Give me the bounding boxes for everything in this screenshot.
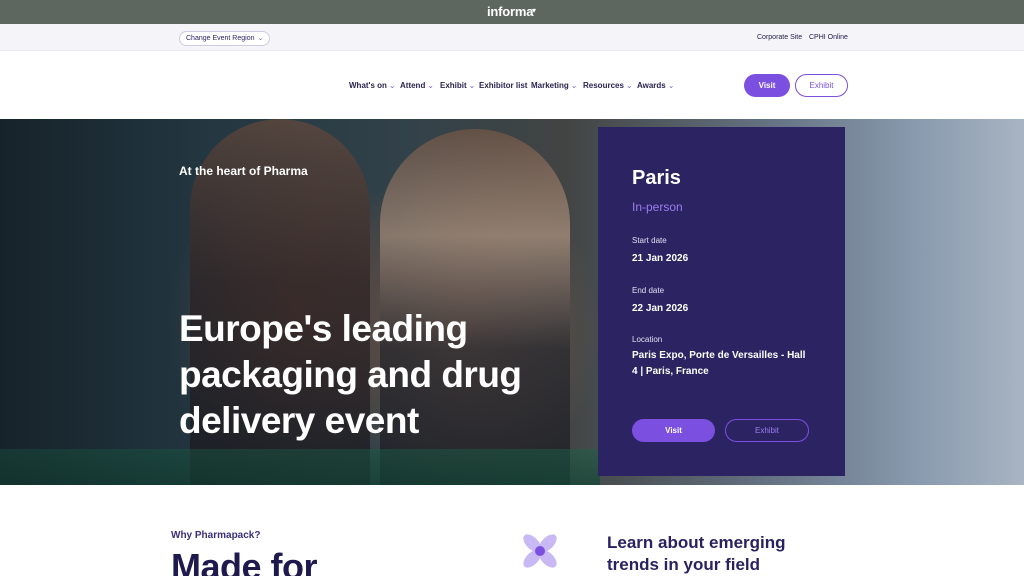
nav-item-whats-on[interactable]: What's on ⌄: [349, 81, 396, 90]
event-format: In-person: [632, 200, 683, 214]
event-city: Paris: [632, 167, 681, 189]
chevron-down-icon: ⌄: [257, 35, 264, 42]
end-date-label: End date: [632, 286, 665, 295]
main-navigation: What's on ⌄ Attend ⌄ Exhibit ⌄ Exhibitor li…: [0, 51, 1024, 119]
nav-item-awards[interactable]: Awards ⌄: [637, 81, 674, 90]
nav-item-attend[interactable]: Attend ⌄: [400, 81, 434, 90]
nav-item-label: Resources: [583, 81, 624, 90]
informa-logo[interactable]: informa: [487, 4, 533, 19]
section-eyebrow: Why Pharmapack?: [171, 530, 261, 541]
nav-item-label: Awards: [637, 81, 666, 90]
petal-icon: [523, 534, 557, 568]
region-button-label: Change Event Region: [186, 35, 255, 42]
utility-bar: Change Event Region ⌄ Corporate Site CPHI…: [0, 24, 1024, 51]
nav-item-label: Exhibitor list: [479, 81, 528, 90]
nav-item-label: Marketing: [531, 81, 569, 90]
end-date-value: 22 Jan 2026: [632, 303, 689, 314]
nav-item-exhibit[interactable]: Exhibit ⌄: [440, 81, 475, 90]
nav-item-marketing[interactable]: Marketing ⌄: [531, 81, 578, 90]
hero-headline: Europe's leading packaging and drug deli…: [179, 308, 522, 441]
chevron-down-icon: ⌄: [570, 81, 578, 90]
nav-item-resources[interactable]: Resources ⌄: [583, 81, 633, 90]
learn-heading: Learn about emerging trends in your fiel…: [607, 533, 786, 574]
start-date-value: 21 Jan 2026: [632, 253, 689, 264]
chevron-down-icon[interactable]: ▾: [532, 6, 536, 15]
section-heading: Made for: [171, 546, 318, 576]
corporate-site-link[interactable]: Corporate Site: [757, 34, 802, 41]
location-value: Paris Expo, Porte de Versailles - Hall 4…: [632, 350, 806, 377]
hero-tagline: At the heart of Pharma: [179, 164, 308, 178]
chevron-down-icon: ⌄: [427, 81, 435, 90]
change-event-region-button[interactable]: Change Event Region ⌄: [179, 31, 271, 46]
chevron-down-icon: ⌄: [468, 81, 476, 90]
cphi-online-link[interactable]: CPHI Online: [809, 34, 848, 41]
chevron-down-icon: ⌄: [667, 81, 675, 90]
why-pharmapack-section: Why Pharmapack? Made for Learn about eme…: [0, 485, 1024, 576]
nav-item-label: Exhibit: [440, 81, 467, 90]
chevron-down-icon: ⌄: [388, 81, 396, 90]
location-label: Location: [632, 335, 663, 344]
event-details-card: Paris In-person Start date 21 Jan 2026 E…: [598, 127, 845, 476]
nav-item-label: Attend: [400, 81, 426, 90]
start-date-label: Start date: [632, 236, 667, 245]
nav-item-label: What's on: [349, 81, 387, 90]
informa-topbar: informa ▾: [0, 0, 1024, 24]
exhibit-button[interactable]: Exhibit: [795, 74, 848, 97]
hero-banner: At the heart of Pharma Europe's leading …: [0, 119, 1024, 485]
card-exhibit-button[interactable]: Exhibit: [725, 419, 809, 442]
card-visit-button[interactable]: Visit: [632, 419, 715, 442]
chevron-down-icon: ⌄: [625, 81, 633, 90]
hero-photo-floor: [0, 449, 600, 485]
visit-button[interactable]: Visit: [744, 74, 790, 97]
nav-item-exhibitor-list[interactable]: Exhibitor list: [479, 81, 527, 90]
